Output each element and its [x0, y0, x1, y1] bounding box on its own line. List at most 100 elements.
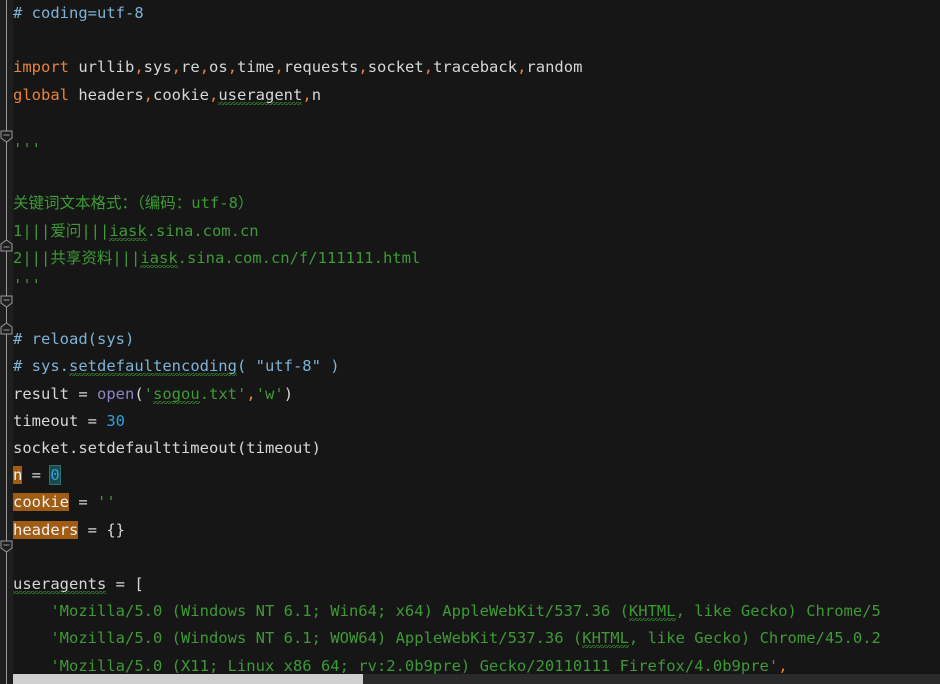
code-token: sogou — [153, 384, 200, 404]
code-line[interactable]: global headers,cookie,useragent,n — [13, 82, 940, 109]
code-line[interactable]: result = open('sogou.txt','w') — [13, 381, 940, 408]
fold-rail — [6, 0, 7, 684]
code-token: 0 — [49, 465, 61, 486]
code-line[interactable]: 'Mozilla/5.0 (Windows NT 6.1; WOW64) App… — [13, 625, 940, 652]
code-token: , — [423, 58, 434, 77]
code-line[interactable] — [13, 299, 940, 326]
horizontal-scrollbar-track[interactable] — [13, 674, 940, 684]
code-token: import — [13, 58, 69, 77]
code-token: , — [134, 58, 144, 77]
code-line[interactable] — [13, 544, 940, 571]
code-token: os — [209, 58, 228, 77]
fold-end-icon[interactable] — [0, 322, 13, 335]
code-token: , — [209, 85, 219, 104]
code-line[interactable]: # sys.setdefaultencoding( "utf-8" ) — [13, 353, 940, 380]
code-token: timeout = — [13, 411, 107, 430]
code-token: , like Gecko) Chrome/45.0.2 — [628, 629, 881, 648]
code-token: 关键词文本格式：（编码：utf-8） — [13, 194, 254, 213]
fold-end-icon[interactable] — [0, 239, 13, 252]
code-line[interactable]: 1|||爱问|||iask.sina.com.cn — [13, 218, 940, 245]
code-token: , — [274, 58, 284, 77]
code-token: , — [778, 656, 788, 675]
code-line[interactable]: ''' — [13, 272, 940, 299]
code-line[interactable]: 2|||共享资料|||iask.sina.com.cn/f/111111.htm… — [13, 245, 940, 272]
code-token: cookie — [153, 85, 209, 104]
code-content[interactable]: # coding=utf-8 import urllib,sys,re,os,t… — [13, 0, 940, 684]
code-token: ''' — [13, 275, 41, 294]
code-token: # coding=utf-8 — [13, 4, 144, 22]
code-token: ) — [283, 384, 294, 403]
code-token: ( "utf-8" ) — [236, 357, 340, 376]
code-token: 'Mozilla/5.0 (X11; Linux x86_64; rv:2.0b… — [13, 656, 779, 675]
code-token: .txt' — [199, 384, 247, 403]
code-line[interactable]: 关键词文本格式：（编码：utf-8） — [13, 190, 940, 217]
code-token: , like Gecko) Chrome/5 — [675, 602, 881, 621]
code-line[interactable]: import urllib,sys,re,os,time,requests,so… — [13, 54, 940, 81]
code-line[interactable]: useragents = [ — [13, 571, 940, 598]
code-token: socket.setdefaulttimeout(timeout) — [13, 439, 321, 457]
code-token: 2|||共享资料||| — [13, 248, 141, 267]
code-token: ( — [134, 384, 144, 403]
code-line[interactable]: socket.setdefaulttimeout(timeout) — [13, 435, 940, 462]
code-token: sys — [143, 58, 172, 77]
code-token: , — [246, 384, 256, 403]
code-token: # sys. — [13, 357, 69, 376]
code-token: = — [22, 466, 51, 485]
code-line[interactable]: n = 0 — [13, 462, 940, 489]
code-token: headers — [13, 520, 79, 539]
editor-gutter[interactable] — [0, 0, 13, 684]
code-token: , — [227, 58, 238, 77]
code-line[interactable]: # coding=utf-8 — [13, 0, 940, 27]
code-token: , — [358, 58, 368, 77]
code-token: = {} — [78, 520, 125, 539]
code-token: iask — [109, 221, 147, 241]
code-token: , — [199, 58, 210, 77]
code-token: result = — [13, 384, 97, 403]
code-token: 'Mozilla/5.0 (Windows NT 6.1; Win64; x64… — [13, 602, 629, 621]
fold-start-icon[interactable] — [0, 130, 13, 143]
code-line[interactable]: # reload(sys) — [13, 326, 940, 353]
code-token: = — [69, 493, 97, 512]
fold-start-icon[interactable] — [0, 295, 13, 308]
code-token: 1|||爱问||| — [13, 221, 110, 240]
code-token: useragent — [218, 85, 303, 105]
code-line[interactable]: ''' — [13, 136, 940, 163]
code-token: n — [13, 466, 23, 485]
code-token: traceback — [433, 58, 518, 77]
code-token: re — [181, 58, 200, 77]
code-line[interactable]: headers = {} — [13, 517, 940, 544]
code-token: socket — [367, 58, 424, 77]
code-token: random — [526, 58, 583, 77]
code-token: global — [13, 85, 69, 104]
code-token: cookie — [13, 493, 69, 512]
code-token: KHTML — [582, 629, 629, 649]
code-line[interactable] — [13, 163, 940, 190]
code-token: requests — [283, 58, 359, 77]
code-line[interactable] — [13, 27, 940, 54]
code-token: '' — [97, 493, 116, 512]
code-token: = [ — [106, 574, 144, 593]
code-token: headers — [69, 85, 144, 104]
fold-start-icon[interactable] — [0, 540, 13, 553]
code-token: .sina.com.cn — [146, 221, 259, 240]
code-line[interactable]: cookie = '' — [13, 489, 940, 516]
code-token: , — [143, 85, 153, 104]
code-token: n — [311, 85, 322, 104]
code-token: , — [302, 85, 312, 104]
code-token: 'Mozilla/5.0 (Windows NT 6.1; WOW64) App… — [13, 629, 583, 648]
code-token: open — [97, 384, 135, 403]
code-token: ' — [143, 384, 154, 403]
code-token: , — [171, 58, 182, 77]
code-editor[interactable]: # coding=utf-8 import urllib,sys,re,os,t… — [0, 0, 940, 684]
code-token: time — [237, 58, 275, 77]
horizontal-scrollbar-thumb[interactable] — [13, 674, 363, 684]
code-token: ''' — [13, 139, 41, 158]
code-token: # reload(sys) — [13, 330, 135, 349]
code-token: 'w' — [255, 384, 284, 403]
code-token: useragents — [13, 574, 107, 594]
code-token: , — [517, 58, 527, 77]
code-line[interactable]: 'Mozilla/5.0 (Windows NT 6.1; Win64; x64… — [13, 598, 940, 625]
code-line[interactable] — [13, 109, 940, 136]
code-line[interactable]: timeout = 30 — [13, 408, 940, 435]
code-token: 30 — [106, 411, 125, 430]
